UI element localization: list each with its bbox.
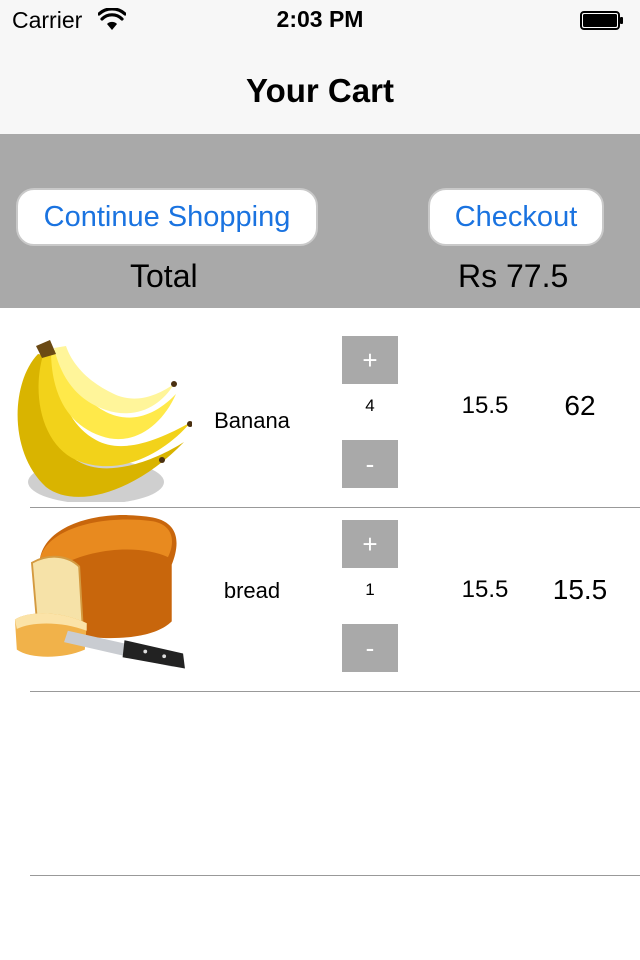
empty-row <box>0 692 640 876</box>
cart-summary: Continue Shopping Checkout Total Rs 77.5 <box>0 134 640 308</box>
total-label: Total <box>130 258 198 294</box>
item-quantity: 1 <box>365 580 375 599</box>
increase-quantity-button[interactable]: + <box>342 520 398 568</box>
checkout-button[interactable]: Checkout <box>428 188 604 246</box>
banana-image <box>17 340 192 502</box>
item-unit-price: 15.5 <box>461 576 509 603</box>
row-divider <box>30 875 640 876</box>
total-value: Rs 77.5 <box>458 258 569 294</box>
item-name: bread <box>223 578 281 603</box>
navigation-bar: Your Cart <box>0 42 640 135</box>
bread-image <box>14 515 185 669</box>
page-title: Your Cart <box>246 72 394 109</box>
item-subtotal: 62 <box>564 390 596 421</box>
decrease-quantity-button[interactable]: - <box>342 624 398 672</box>
cart-row-banana: Banana + 4 - 15.5 62 <box>0 324 640 508</box>
item-unit-price: 15.5 <box>461 392 509 419</box>
continue-shopping-button[interactable]: Continue Shopping <box>16 188 318 246</box>
cart-row-bread: bread + 1 - 15.5 15.5 <box>0 508 640 692</box>
increase-quantity-button[interactable]: + <box>342 336 398 384</box>
decrease-quantity-button[interactable]: - <box>342 440 398 488</box>
item-name: Banana <box>214 408 290 433</box>
item-quantity: 4 <box>365 396 375 415</box>
status-bar: Carrier 2:03 PM <box>0 0 640 42</box>
battery-icon <box>580 11 623 30</box>
item-subtotal: 15.5 <box>552 574 608 605</box>
clock: 2:03 PM <box>276 6 364 32</box>
